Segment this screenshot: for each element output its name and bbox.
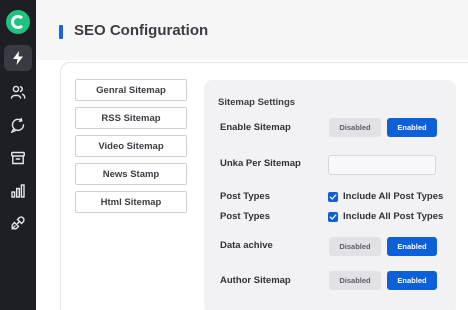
checkmark-icon: [329, 194, 337, 200]
post-types-label: Post Types: [220, 191, 270, 202]
sidebar-item-analytics[interactable]: [4, 178, 32, 204]
tab-video-sitemap[interactable]: Video Sitemap: [75, 135, 187, 157]
checkmark-icon: [329, 214, 337, 220]
enable-sitemap-disabled-button[interactable]: Disabled: [329, 118, 381, 137]
sidebar-item-messages[interactable]: [4, 112, 32, 138]
enable-sitemap-enabled-button[interactable]: Enabled: [387, 118, 437, 137]
include-all-post-types-label-2: Include All Post Types: [343, 211, 444, 222]
data-achive-disabled-button[interactable]: Disabled: [329, 237, 381, 256]
include-all-post-types-checkbox[interactable]: [328, 192, 338, 202]
author-sitemap-disabled-button[interactable]: Disabled: [329, 271, 381, 290]
sidebar-rail: [0, 0, 36, 310]
archive-icon: [11, 151, 25, 165]
sidebar-item-users[interactable]: [4, 79, 32, 105]
data-achive-label: Data achive: [220, 240, 273, 251]
lightning-icon: [13, 51, 23, 65]
author-sitemap-label: Author Sitemap: [220, 275, 291, 286]
users-icon: [10, 85, 26, 99]
sidebar-item-integrations[interactable]: [4, 210, 32, 236]
chat-refresh-icon: [10, 117, 25, 133]
post-types-label-2: Post Types: [220, 211, 270, 222]
include-all-post-types-label: Include All Post Types: [343, 191, 444, 202]
tab-html-sitemap[interactable]: Html Sitemap: [75, 191, 187, 213]
include-all-post-types-checkbox-2[interactable]: [328, 212, 338, 222]
title-accent-bar: [59, 25, 63, 39]
tab-general-sitemap[interactable]: Genral Sitemap: [75, 79, 187, 101]
sidebar-item-archive[interactable]: [4, 145, 32, 171]
tab-rss-sitemap[interactable]: RSS Sitemap: [75, 107, 187, 129]
sidebar-item-dashboard[interactable]: [4, 45, 32, 71]
author-sitemap-enabled-button[interactable]: Enabled: [387, 271, 437, 290]
bar-chart-icon: [11, 184, 25, 198]
settings-title: Sitemap Settings: [218, 97, 296, 108]
data-achive-enabled-button[interactable]: Enabled: [387, 237, 437, 256]
plug-icon: [11, 216, 25, 230]
tab-news-stamp[interactable]: News Stamp: [75, 163, 187, 185]
unka-per-sitemap-label: Unka Per Sitemap: [220, 158, 301, 169]
page-title: SEO Configuration: [74, 22, 209, 39]
unka-per-sitemap-input[interactable]: [328, 155, 436, 175]
app-logo[interactable]: [6, 10, 30, 34]
enable-sitemap-label: Enable Sitemap: [220, 122, 291, 133]
